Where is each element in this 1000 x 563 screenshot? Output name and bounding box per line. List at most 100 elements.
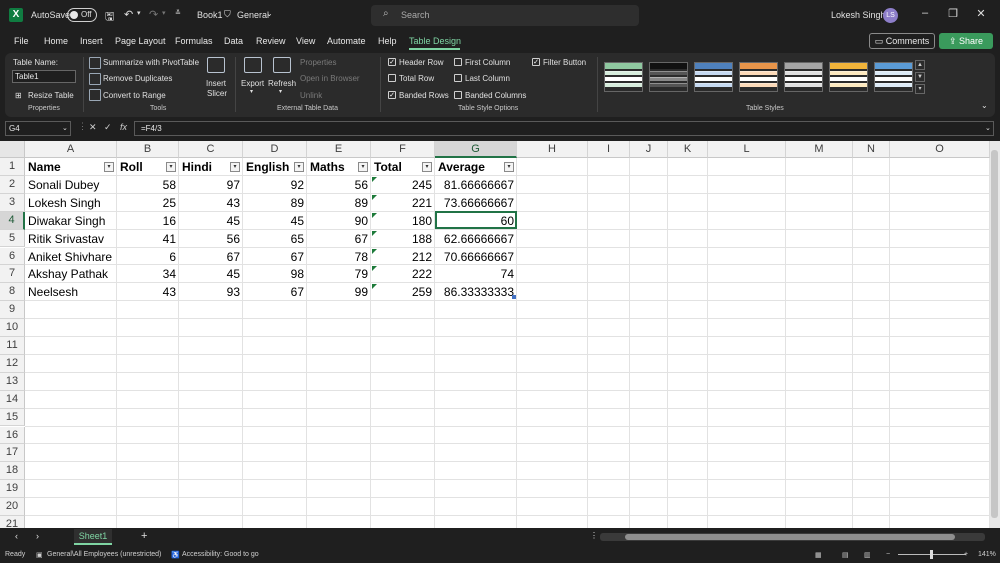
cell-b8[interactable]: 43	[117, 283, 179, 301]
sensitivity-label[interactable]: General	[237, 10, 269, 20]
table-style-orange[interactable]	[739, 62, 778, 92]
tab-file[interactable]: File	[14, 36, 29, 46]
cell-a3[interactable]: Lokesh Singh	[25, 194, 117, 212]
expand-formula-chevron-icon[interactable]: ⌄	[985, 124, 991, 132]
table-style-gray[interactable]	[784, 62, 823, 92]
name-box-chevron-down-icon[interactable]: ⌄	[62, 124, 68, 132]
table-style-green[interactable]	[604, 62, 643, 92]
properties-button[interactable]: Properties	[300, 58, 336, 67]
column-header-c[interactable]: C	[179, 141, 243, 158]
table-style-blue[interactable]	[694, 62, 733, 92]
save-icon[interactable]: 🖫	[105, 8, 114, 27]
filter-dropdown-icon[interactable]: ▾	[294, 162, 304, 172]
tab-insert[interactable]: Insert	[80, 36, 103, 46]
cancel-icon[interactable]: ✕	[89, 122, 97, 133]
accessibility-status[interactable]: Accessibility: Good to go	[182, 551, 259, 558]
cell-c3[interactable]: 43	[179, 194, 243, 212]
filter-dropdown-icon[interactable]: ▾	[166, 162, 176, 172]
refresh-chevron-down-icon[interactable]: ▾	[279, 88, 282, 95]
sensitivity-status[interactable]: General\All Employees (unrestricted)	[47, 551, 161, 558]
filter-dropdown-icon[interactable]: ▾	[230, 162, 240, 172]
tab-automate[interactable]: Automate	[327, 36, 366, 46]
tab-page-layout[interactable]: Page Layout	[115, 36, 166, 46]
cell-d5[interactable]: 65	[243, 230, 307, 248]
column-header-h[interactable]: H	[517, 141, 588, 158]
sheet-tab-sheet1[interactable]: Sheet1	[74, 529, 112, 545]
cell-c2[interactable]: 97	[179, 176, 243, 194]
minimize-icon[interactable]: –	[917, 7, 933, 19]
table-header-name[interactable]: Name	[25, 158, 103, 176]
filter-dropdown-icon[interactable]: ▾	[422, 162, 432, 172]
comments-button[interactable]: ▭ Comments	[869, 33, 935, 49]
cell-g3[interactable]: 73.66666667	[435, 194, 517, 212]
prev-sheet-chevron-icon[interactable]: ‹	[15, 531, 18, 541]
cell-c8[interactable]: 93	[179, 283, 243, 301]
gallery-scroll-up-icon[interactable]: ▲	[915, 60, 925, 70]
row-header-20[interactable]: 20	[0, 498, 25, 516]
open-in-browser-button[interactable]: Open in Browser	[300, 74, 360, 83]
tab-home[interactable]: Home	[44, 36, 68, 46]
cell-b3[interactable]: 25	[117, 194, 179, 212]
zoom-out-icon[interactable]: −	[886, 551, 890, 558]
column-header-b[interactable]: B	[117, 141, 179, 158]
cell-f3[interactable]: 221	[371, 194, 435, 212]
redo-icon[interactable]: ↷	[149, 8, 158, 21]
cell-d8[interactable]: 67	[243, 283, 307, 301]
row-header-7[interactable]: 7	[0, 265, 25, 284]
tab-data[interactable]: Data	[224, 36, 243, 46]
banded-columns-checkbox[interactable]	[454, 91, 462, 99]
row-header-19[interactable]: 19	[0, 480, 25, 499]
formula-warning-indicator[interactable]	[372, 266, 377, 272]
column-header-d[interactable]: D	[243, 141, 307, 158]
row-header-12[interactable]: 12	[0, 354, 25, 373]
header-row-checkbox[interactable]: ✓	[388, 58, 396, 66]
unlink-button[interactable]: Unlink	[300, 91, 322, 100]
user-name[interactable]: Lokesh Singh	[831, 10, 886, 20]
filter-button-checkbox[interactable]: ✓	[532, 58, 540, 66]
row-header-9[interactable]: 9	[0, 301, 25, 320]
enter-icon[interactable]: ✓	[104, 122, 112, 133]
first-column-checkbox[interactable]	[454, 58, 462, 66]
row-header-14[interactable]: 14	[0, 390, 25, 409]
column-header-j[interactable]: J	[630, 141, 668, 158]
column-header-k[interactable]: K	[668, 141, 708, 158]
formula-warning-indicator[interactable]	[372, 284, 377, 290]
row-header-16[interactable]: 16	[0, 426, 25, 445]
page-break-view-icon[interactable]: ▥	[864, 551, 871, 559]
refresh-button[interactable]: Refresh	[268, 79, 296, 88]
table-header-roll[interactable]: Roll	[117, 158, 165, 176]
table-header-maths[interactable]: Maths	[307, 158, 357, 176]
close-icon[interactable]: ✕	[973, 7, 989, 20]
export-button[interactable]: Export	[241, 79, 264, 88]
cell-b5[interactable]: 41	[117, 230, 179, 248]
tab-formulas[interactable]: Formulas	[175, 36, 213, 46]
row-header-10[interactable]: 10	[0, 319, 25, 337]
column-header-e[interactable]: E	[307, 141, 371, 158]
cell-f5[interactable]: 188	[371, 230, 435, 248]
share-button[interactable]: ⇪ Share	[939, 33, 993, 49]
vertical-scroll-thumb[interactable]	[991, 150, 998, 518]
row-header-13[interactable]: 13	[0, 372, 25, 391]
banded-rows-checkbox[interactable]: ✓	[388, 91, 396, 99]
row-header-18[interactable]: 18	[0, 462, 25, 481]
insert-slicer-button-line1[interactable]: Insert	[206, 79, 226, 88]
cell-b4[interactable]: 16	[117, 212, 179, 230]
row-header-15[interactable]: 15	[0, 408, 25, 427]
column-header-n[interactable]: N	[853, 141, 890, 158]
row-header-8[interactable]: 8	[0, 283, 25, 302]
column-header-f[interactable]: F	[371, 141, 435, 158]
search-box[interactable]: ⌕ Search	[371, 5, 639, 26]
cell-g6[interactable]: 70.66666667	[435, 248, 517, 266]
tab-review[interactable]: Review	[256, 36, 286, 46]
cell-f7[interactable]: 222	[371, 265, 435, 283]
table-header-english[interactable]: English	[243, 158, 293, 176]
row-header-2[interactable]: 2	[0, 175, 25, 194]
formula-warning-indicator[interactable]	[372, 212, 377, 218]
select-all-corner[interactable]	[0, 141, 25, 158]
horizontal-scroll-thumb[interactable]	[625, 534, 955, 540]
cell-e2[interactable]: 56	[307, 176, 371, 194]
cell-e5[interactable]: 67	[307, 230, 371, 248]
column-header-g[interactable]: G	[435, 141, 517, 158]
convert-to-range-button[interactable]: Convert to Range	[103, 91, 166, 100]
insert-function-icon[interactable]: fx	[120, 122, 127, 132]
